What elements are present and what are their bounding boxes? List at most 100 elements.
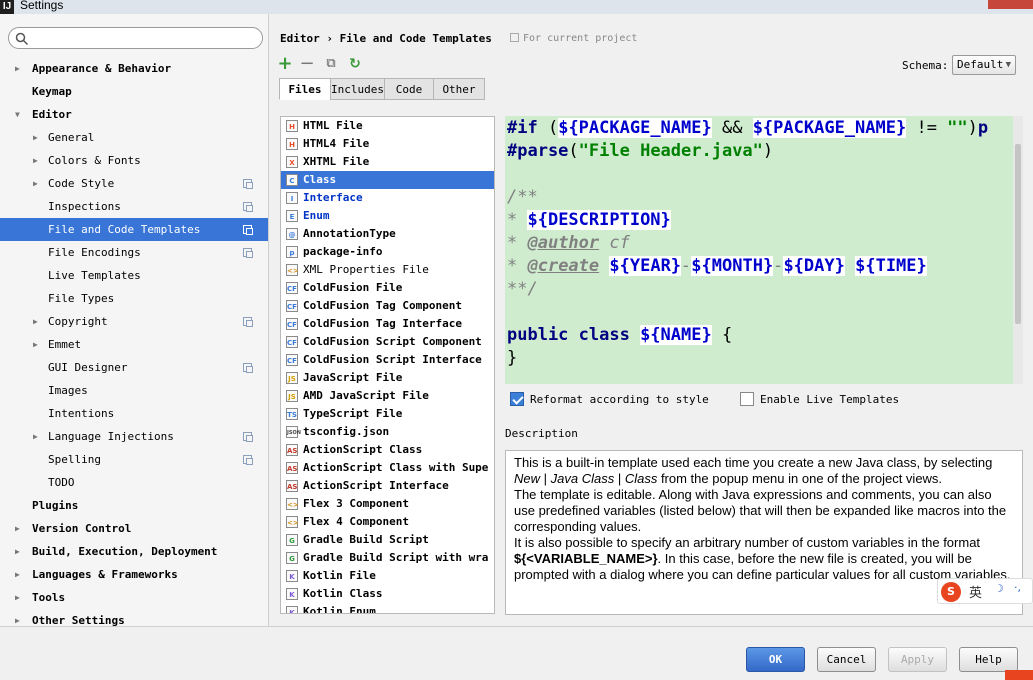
- chevron-right-icon[interactable]: ▶: [33, 425, 38, 448]
- template-item-tsconfig-json[interactable]: JSON tsconfig.json: [281, 423, 494, 441]
- template-item-coldfusion-tag-interface[interactable]: CF ColdFusion Tag Interface: [281, 315, 494, 333]
- editor-scrollbar-thumb[interactable]: [1015, 144, 1021, 324]
- tree-item-file-encodings[interactable]: File Encodings: [0, 241, 268, 264]
- tree-item-images[interactable]: Images: [0, 379, 268, 402]
- template-item-xml-properties-file[interactable]: <> XML Properties File: [281, 261, 494, 279]
- chevron-right-icon[interactable]: ▶: [33, 172, 38, 195]
- punctuation-icon[interactable]: ·,: [1014, 581, 1021, 594]
- tab-code[interactable]: Code: [384, 78, 434, 100]
- template-item-coldfusion-script-component[interactable]: CF ColdFusion Script Component: [281, 333, 494, 351]
- tree-item-colors-fonts[interactable]: ▶ Colors & Fonts: [0, 149, 268, 172]
- chevron-right-icon[interactable]: ▶: [15, 563, 20, 586]
- template-item-javascript-file[interactable]: JS JavaScript File: [281, 369, 494, 387]
- tree-item-inspections[interactable]: Inspections: [0, 195, 268, 218]
- template-item-gradle-build-script-with-wra[interactable]: G Gradle Build Script with wra: [281, 549, 494, 567]
- ime-language-toggle[interactable]: 英: [969, 582, 982, 601]
- live-templates-checkbox[interactable]: Enable Live Templates: [740, 392, 899, 406]
- moon-icon[interactable]: ☽: [994, 582, 1004, 595]
- template-item-coldfusion-script-interface[interactable]: CF ColdFusion Script Interface: [281, 351, 494, 369]
- template-item-html-file[interactable]: H HTML File: [281, 117, 494, 135]
- close-window-button[interactable]: [988, 0, 1033, 9]
- reset-template-button[interactable]: ↻: [346, 55, 364, 73]
- tree-item-build-execution-deployment[interactable]: ▶ Build, Execution, Deployment: [0, 540, 268, 563]
- tree-item-intentions[interactable]: Intentions: [0, 402, 268, 425]
- template-editor[interactable]: #if (${PACKAGE_NAME} && ${PACKAGE_NAME} …: [505, 116, 1023, 384]
- tree-item-file-and-code-templates[interactable]: File and Code Templates: [0, 218, 268, 241]
- chevron-right-icon[interactable]: ▶: [33, 126, 38, 149]
- apply-button[interactable]: Apply: [888, 647, 947, 672]
- chevron-right-icon[interactable]: ▶: [33, 333, 38, 356]
- tree-item-editor[interactable]: ▼ Editor: [0, 103, 268, 126]
- template-item-amd-javascript-file[interactable]: JS AMD JavaScript File: [281, 387, 494, 405]
- template-item-class[interactable]: C Class: [281, 171, 494, 189]
- template-item-gradle-build-script[interactable]: G Gradle Build Script: [281, 531, 494, 549]
- code-line: /**: [507, 186, 538, 208]
- tree-item-live-templates[interactable]: Live Templates: [0, 264, 268, 287]
- tree-item-emmet[interactable]: ▶ Emmet: [0, 333, 268, 356]
- tree-item-general[interactable]: ▶ General: [0, 126, 268, 149]
- chevron-right-icon[interactable]: ▶: [33, 149, 38, 172]
- template-item-kotlin-enum[interactable]: K Kotlin Enum: [281, 603, 494, 613]
- settings-sidebar: ▶ Appearance & Behavior Keymap ▼ Editor ▶ Gene…: [0, 14, 269, 626]
- chevron-right-icon[interactable]: ▶: [15, 586, 20, 609]
- chevron-right-icon[interactable]: ▶: [15, 57, 20, 80]
- file-type-icon: <>: [286, 498, 299, 510]
- template-item-kotlin-class[interactable]: K Kotlin Class: [281, 585, 494, 603]
- tab-other[interactable]: Other: [433, 78, 485, 100]
- template-item-enum[interactable]: E Enum: [281, 207, 494, 225]
- schema-dropdown[interactable]: Default ▼: [952, 55, 1016, 75]
- template-item-html4-file[interactable]: H HTML4 File: [281, 135, 494, 153]
- tree-item-label: Tools: [32, 591, 66, 604]
- chevron-right-icon[interactable]: ▶: [15, 517, 20, 540]
- copy-template-button[interactable]: ⧉: [322, 55, 340, 73]
- tree-item-languages-frameworks[interactable]: ▶ Languages & Frameworks: [0, 563, 268, 586]
- reformat-checkbox[interactable]: Reformat according to style: [510, 392, 709, 406]
- template-item-interface[interactable]: I Interface: [281, 189, 494, 207]
- chevron-right-icon[interactable]: ▶: [33, 310, 38, 333]
- tree-item-gui-designer[interactable]: GUI Designer: [0, 356, 268, 379]
- live-templates-checkbox-box[interactable]: [740, 392, 754, 406]
- remove-template-button[interactable]: −: [298, 55, 316, 73]
- tab-files[interactable]: Files: [279, 78, 331, 100]
- chevron-right-icon[interactable]: ▶: [15, 540, 20, 563]
- tree-item-plugins[interactable]: Plugins: [0, 494, 268, 517]
- template-item-actionscript-interface[interactable]: AS ActionScript Interface: [281, 477, 494, 495]
- tree-item-tools[interactable]: ▶ Tools: [0, 586, 268, 609]
- settings-search-input[interactable]: [8, 27, 263, 49]
- tree-item-appearance-behavior[interactable]: ▶ Appearance & Behavior: [0, 57, 268, 80]
- editor-scrollbar[interactable]: [1013, 116, 1023, 384]
- template-item-coldfusion-tag-component[interactable]: CF ColdFusion Tag Component: [281, 297, 494, 315]
- tree-item-code-style[interactable]: ▶ Code Style: [0, 172, 268, 195]
- reformat-checkbox-box[interactable]: [510, 392, 524, 406]
- tree-item-todo[interactable]: TODO: [0, 471, 268, 494]
- template-item-package-info[interactable]: p package-info: [281, 243, 494, 261]
- template-item-actionscript-class[interactable]: AS ActionScript Class: [281, 441, 494, 459]
- template-item-xhtml-file[interactable]: X XHTML File: [281, 153, 494, 171]
- chevron-down-icon[interactable]: ▼: [15, 103, 20, 126]
- tree-item-file-types[interactable]: File Types: [0, 287, 268, 310]
- tab-includes[interactable]: Includes: [330, 78, 385, 100]
- tree-item-label: Keymap: [32, 85, 72, 98]
- add-template-button[interactable]: +: [276, 55, 294, 73]
- tree-item-version-control[interactable]: ▶ Version Control: [0, 517, 268, 540]
- tree-item-label: Spelling: [48, 453, 101, 466]
- help-button[interactable]: Help: [959, 647, 1018, 672]
- chevron-right-icon[interactable]: ▶: [15, 609, 20, 626]
- tree-item-copyright[interactable]: ▶ Copyright: [0, 310, 268, 333]
- tree-item-language-injections[interactable]: ▶ Language Injections: [0, 425, 268, 448]
- tree-item-spelling[interactable]: Spelling: [0, 448, 268, 471]
- cancel-button[interactable]: Cancel: [817, 647, 876, 672]
- template-item-coldfusion-file[interactable]: CF ColdFusion File: [281, 279, 494, 297]
- template-item-flex-3-component[interactable]: <> Flex 3 Component: [281, 495, 494, 513]
- sogou-logo-icon[interactable]: S: [941, 582, 961, 602]
- template-item-kotlin-file[interactable]: K Kotlin File: [281, 567, 494, 585]
- template-item-actionscript-class-with-supe[interactable]: AS ActionScript Class with Supe: [281, 459, 494, 477]
- ok-button[interactable]: OK: [746, 647, 805, 672]
- tree-item-keymap[interactable]: Keymap: [0, 80, 268, 103]
- template-item-typescript-file[interactable]: TS TypeScript File: [281, 405, 494, 423]
- template-item-flex-4-component[interactable]: <> Flex 4 Component: [281, 513, 494, 531]
- description-paragraph: It is also possible to specify an arbitr…: [514, 535, 1014, 583]
- template-item-annotationtype[interactable]: @ AnnotationType: [281, 225, 494, 243]
- tree-item-other-settings[interactable]: ▶ Other Settings: [0, 609, 268, 626]
